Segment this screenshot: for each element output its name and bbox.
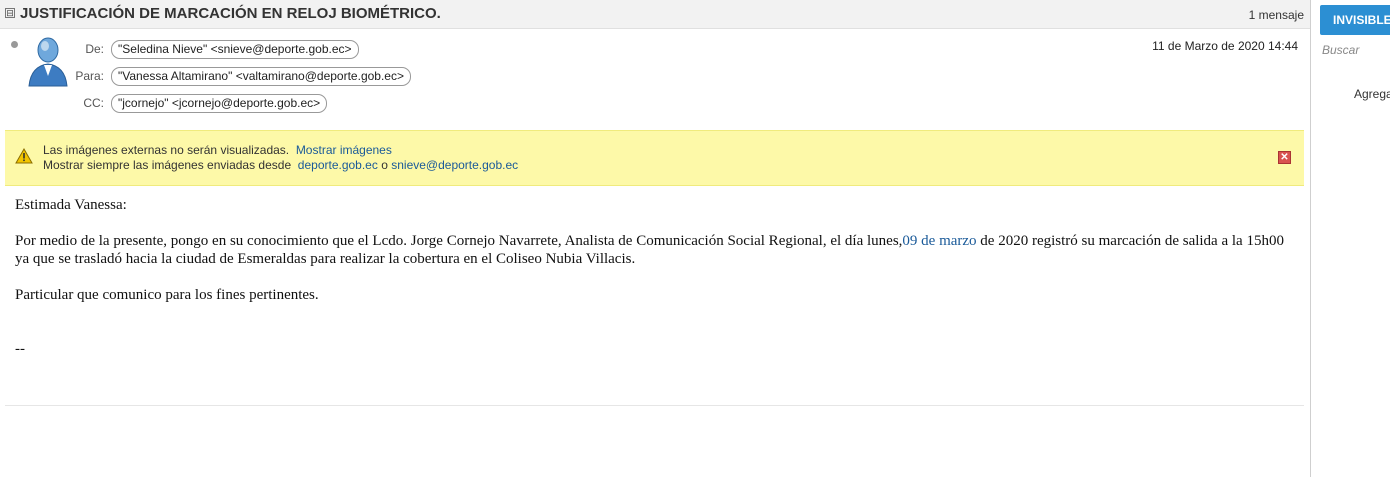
right-sidebar: INVISIBLE Buscar Agrega: [1310, 0, 1390, 477]
close-icon[interactable]: ✕: [1278, 151, 1291, 164]
show-images-link[interactable]: Mostrar imágenes: [296, 143, 392, 157]
warning-icon: [15, 148, 33, 164]
message-view: ⊟ JUSTIFICACIÓN DE MARCACIÓN EN RELOJ BI…: [0, 0, 1310, 477]
warning-line-2: Mostrar siempre las imágenes enviadas de…: [43, 158, 518, 172]
to-label: Para:: [75, 69, 104, 83]
paragraph-text: Por medio de la presente, pongo en su co…: [15, 233, 903, 249]
signature-separator: --: [15, 341, 25, 357]
body-paragraph-1: Por medio de la presente, pongo en su co…: [15, 232, 1300, 268]
from-label: De:: [85, 42, 104, 56]
conversation-header: ⊟ JUSTIFICACIÓN DE MARCACIÓN EN RELOJ BI…: [0, 0, 1310, 29]
to-address[interactable]: "Vanessa Altamirano" <valtamirano@deport…: [111, 67, 411, 86]
greeting: Estimada Vanessa:: [15, 197, 127, 213]
from-address[interactable]: "Seledina Nieve" <snieve@deporte.gob.ec>: [111, 40, 359, 59]
body-paragraph-2: Particular que comunico para los fines p…: [15, 287, 319, 303]
cc-address[interactable]: "jcornejo" <jcornejo@deporte.gob.ec>: [111, 94, 328, 113]
message-body: Estimada Vanessa: Por medio de la presen…: [15, 196, 1300, 358]
sender-link[interactable]: snieve@deporte.gob.ec: [391, 158, 518, 172]
subject-title: JUSTIFICACIÓN DE MARCACIÓN EN RELOJ BIOM…: [20, 5, 441, 22]
search-input[interactable]: Buscar: [1322, 43, 1359, 57]
always-show-text: Mostrar siempre las imágenes enviadas de…: [43, 158, 292, 172]
cc-label: CC:: [83, 96, 104, 110]
or-text: o: [381, 158, 388, 172]
invisible-button[interactable]: INVISIBLE: [1320, 5, 1390, 35]
warning-text: Las imágenes externas no serán visualiza…: [43, 143, 290, 157]
external-images-warning: Las imágenes externas no serán visualiza…: [5, 130, 1304, 186]
message-count: 1 mensaje: [1248, 8, 1304, 22]
warning-line-1: Las imágenes externas no serán visualiza…: [43, 143, 392, 157]
divider: [5, 405, 1304, 406]
date-link[interactable]: 09 de marzo: [902, 233, 976, 249]
collapse-icon[interactable]: ⊟: [5, 8, 15, 18]
domain-link[interactable]: deporte.gob.ec: [298, 158, 378, 172]
unread-dot-icon: [11, 41, 18, 48]
add-contact-link[interactable]: Agrega: [1354, 87, 1390, 101]
message-date: 11 de Marzo de 2020 14:44: [1152, 39, 1298, 53]
